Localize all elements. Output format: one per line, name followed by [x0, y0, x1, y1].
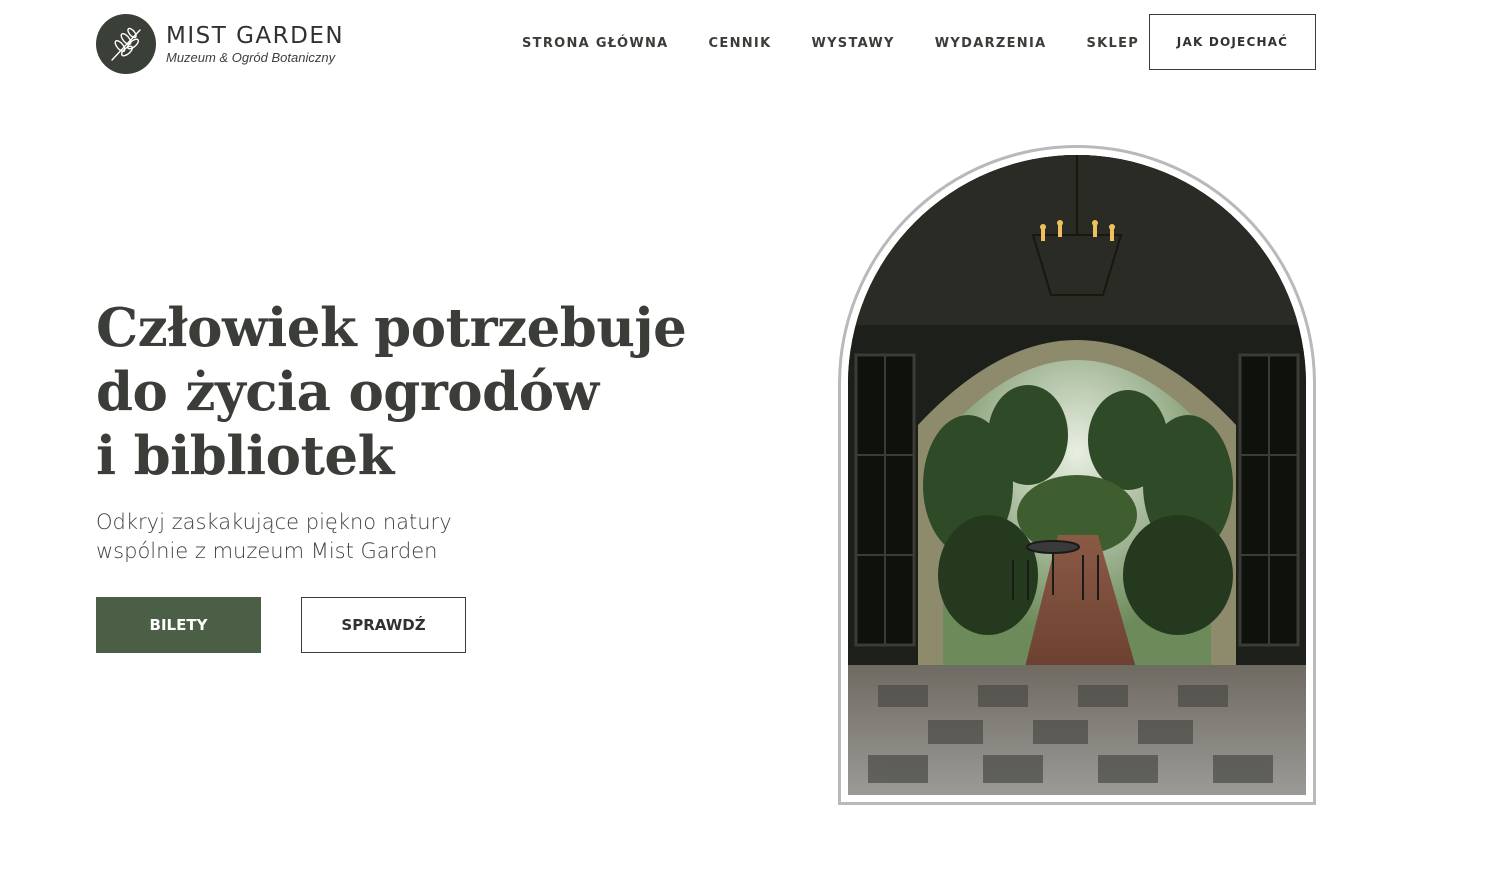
hero-heading-line: do życia ogrodów	[96, 361, 599, 423]
hero-heading-line: i bibliotek	[96, 425, 394, 487]
hero-image	[848, 155, 1306, 795]
directions-button[interactable]: JAK DOJECHAĆ	[1149, 14, 1316, 70]
nav-item-events[interactable]: WYDARZENIA	[935, 36, 1047, 51]
brand-name: MIST GARDEN	[166, 23, 345, 49]
hero-subtitle: Odkryj zaskakujące piękno natury wspólni…	[96, 508, 516, 566]
hero-image-frame	[838, 145, 1316, 805]
tickets-button[interactable]: BILETY	[96, 597, 261, 653]
nav-item-home[interactable]: STRONA GŁÓWNA	[522, 36, 669, 51]
check-button[interactable]: SPRAWDŹ	[301, 597, 466, 653]
main-nav: STRONA GŁÓWNA CENNIK WYSTAWY WYDARZENIA …	[522, 36, 1139, 51]
leaf-branch-icon	[96, 14, 156, 74]
brand-tagline: Muzeum & Ogród Botaniczny	[166, 50, 336, 65]
brand-logo[interactable]: MIST GARDEN Muzeum & Ogród Botaniczny	[96, 14, 344, 74]
nav-item-pricing[interactable]: CENNIK	[709, 36, 772, 51]
nav-item-shop[interactable]: SKLEP	[1086, 36, 1139, 51]
hero-subtitle-line: wspólnie z muzeum Mist Garden	[96, 539, 438, 563]
nav-item-exhibitions[interactable]: WYSTAWY	[811, 36, 894, 51]
hero-subtitle-line: Odkryj zaskakujące piękno natury	[96, 510, 452, 534]
hero-heading-line: Człowiek potrzebuje	[96, 297, 687, 359]
hero-heading: Człowiek potrzebuje do życia ogrodów i b…	[96, 296, 736, 488]
